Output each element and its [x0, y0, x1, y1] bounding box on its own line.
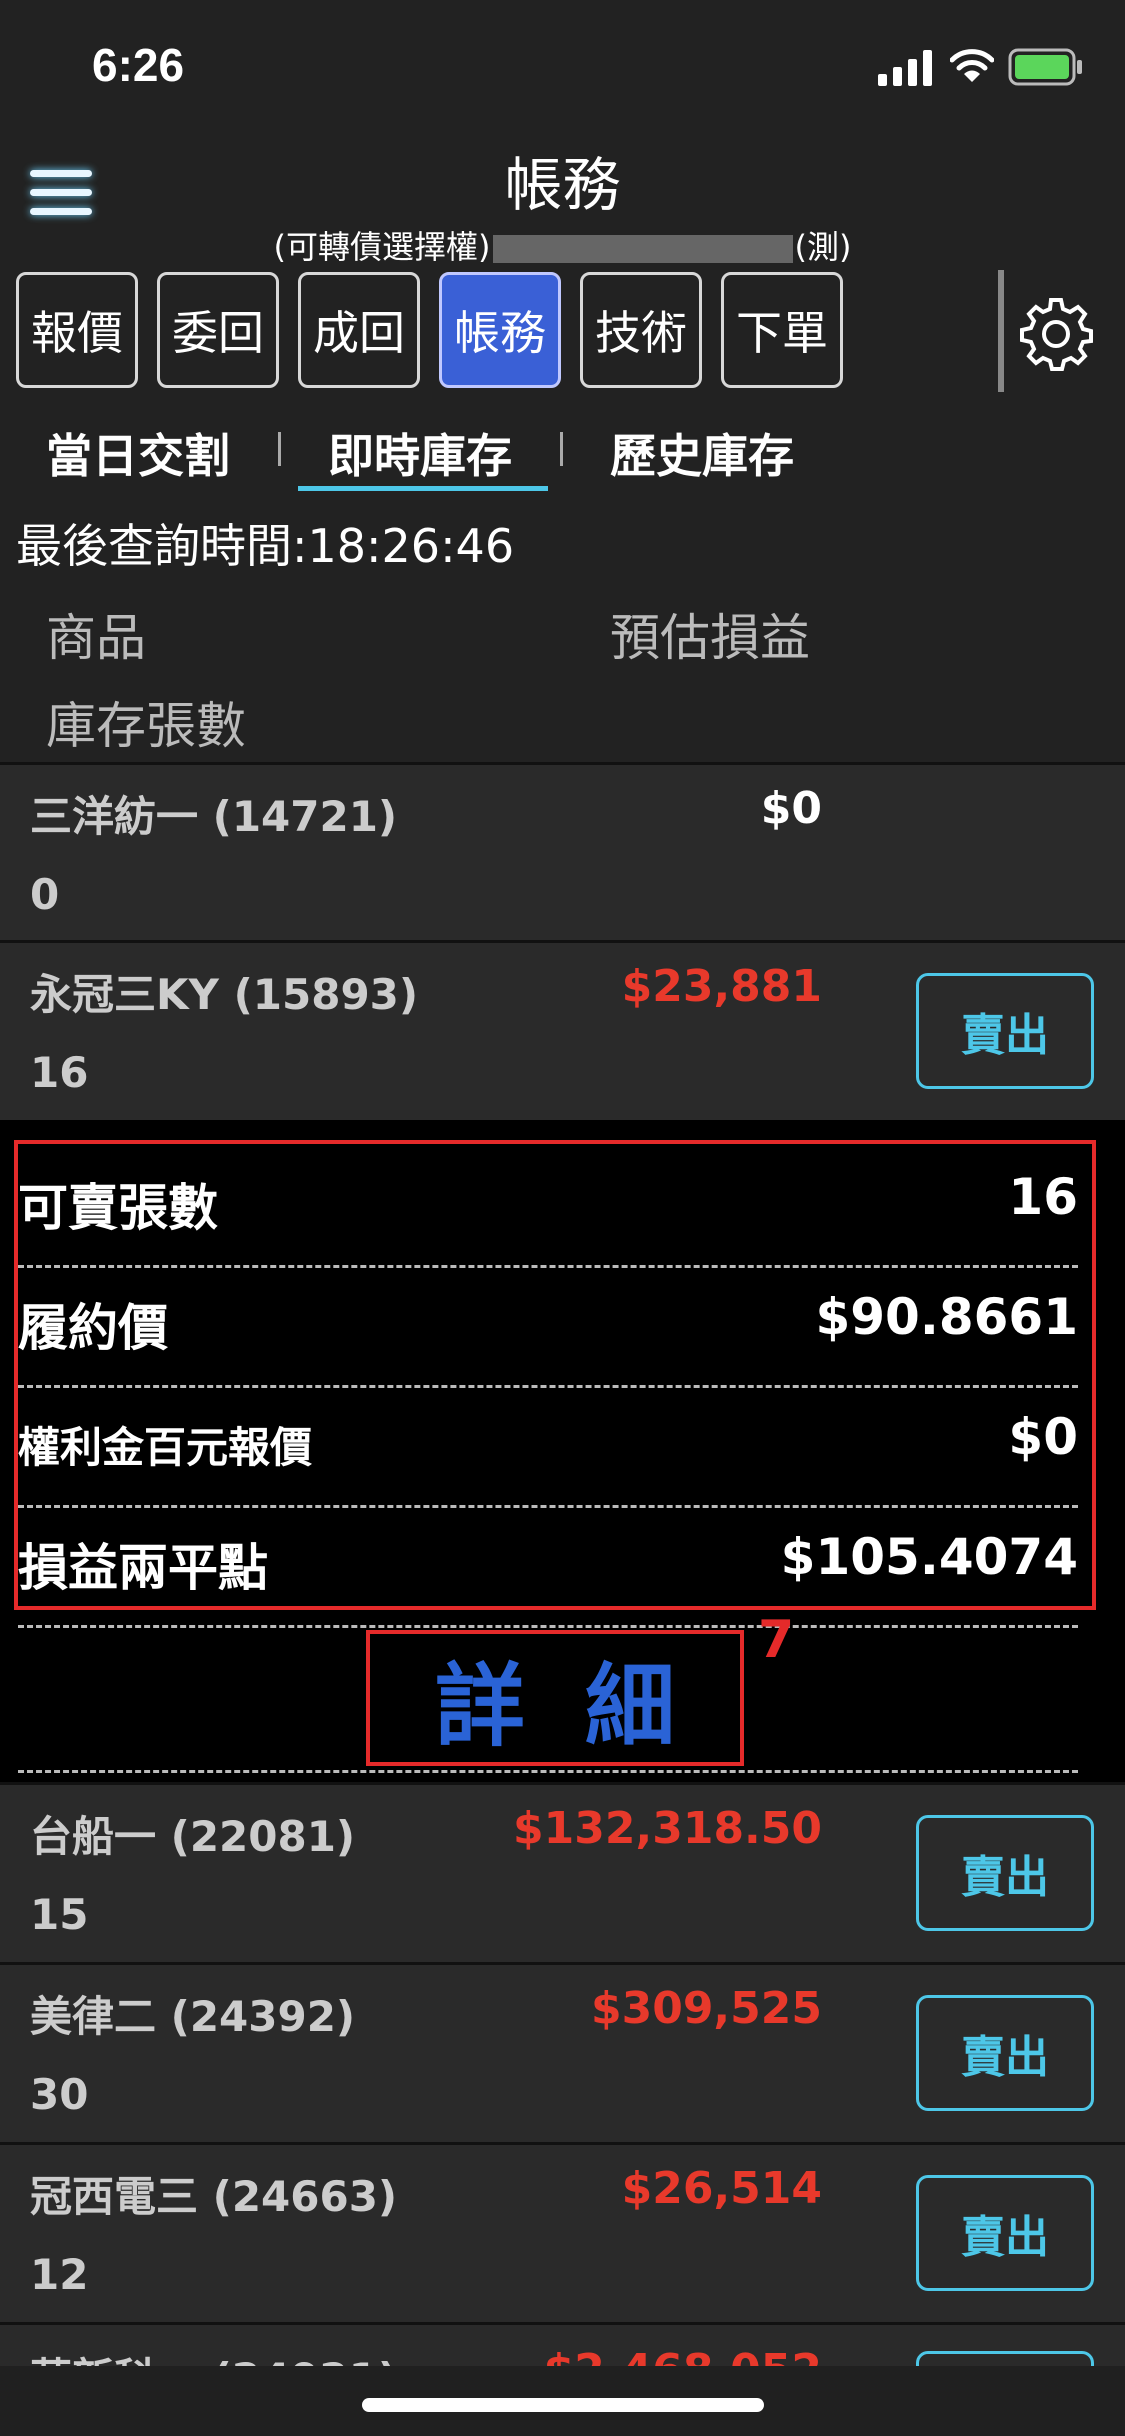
col-header-product: 商品 [46, 609, 146, 667]
table-row[interactable]: 台船一 (22081) $132,318.50 15 賣出 [0, 1782, 1125, 1963]
tab-place-order[interactable]: 下單 [721, 272, 843, 388]
battery-icon [1008, 48, 1082, 86]
account-subtitle: (可轉債選擇權) (測) [0, 222, 1125, 268]
detail-value: $0 [1008, 1408, 1078, 1466]
seg-history-inventory[interactable]: 歷史庫存 [610, 420, 794, 486]
detail-label: 權利金百元報價 [18, 1423, 313, 1472]
divider [18, 1770, 1078, 1773]
table-row[interactable]: 美律二 (24392) $309,525 30 賣出 [0, 1962, 1125, 2143]
masked-account-name [492, 235, 793, 263]
holding-name: 冠西電三 (24663) [30, 2172, 398, 2221]
gear-icon[interactable] [1018, 296, 1094, 372]
sell-button[interactable]: 賣出 [916, 1815, 1094, 1931]
holding-pnl: $23,881 [621, 961, 822, 1012]
detail-row-breakeven: 損益兩平點 $105.4074 [18, 1510, 1078, 1628]
status-time: 6:26 [92, 39, 185, 91]
holding-qty: 0 [30, 870, 60, 919]
holding-name: 三洋紡一 (14721) [30, 792, 398, 841]
detail-label: 可賣張數 [18, 1179, 218, 1237]
signal-icon [878, 50, 932, 86]
table-row[interactable]: 永冠三KY (15893) $23,881 16 賣出 [0, 940, 1125, 1121]
col-header-inventory-qty: 庫存張數 [46, 697, 246, 755]
holding-name: 永冠三KY (15893) [30, 970, 419, 1019]
detail-row-strike-price: 履約價 $90.8661 [18, 1270, 1078, 1388]
last-query-time: 最後查詢時間:18:26:46 [16, 519, 515, 573]
annotation-marker: 7 [758, 1610, 795, 1670]
detail-row-sellable-qty: 可賣張數 16 [18, 1150, 1078, 1268]
wifi-icon [950, 49, 994, 82]
detail-value: 16 [1008, 1168, 1078, 1226]
account-type-label: (可轉債選擇權) [273, 228, 491, 266]
sell-button[interactable]: 賣出 [916, 2175, 1094, 2291]
tab-fill-report[interactable]: 成回 [298, 272, 420, 388]
nav-divider [998, 270, 1004, 392]
detail-button-highlight[interactable]: 詳細 [366, 1630, 744, 1766]
seg-separator [560, 432, 563, 466]
detail-label: 履約價 [18, 1299, 168, 1357]
account-env-label: (測) [794, 228, 852, 266]
holding-qty: 12 [30, 2250, 89, 2299]
tab-account[interactable]: 帳務 [439, 272, 561, 388]
sell-button[interactable]: 賣出 [916, 1995, 1094, 2111]
detail-value: $105.4074 [780, 1528, 1078, 1586]
col-header-estimated-pnl: 預估損益 [610, 609, 810, 667]
holding-name: 美律二 (24392) [30, 1992, 356, 2041]
seg-active-underline [298, 486, 548, 491]
table-row[interactable]: 三洋紡一 (14721) $0 0 [0, 762, 1125, 940]
tab-technical[interactable]: 技術 [580, 272, 702, 388]
detail-row-premium-quote: 權利金百元報價 $0 [18, 1390, 1078, 1508]
sell-button[interactable]: 賣出 [916, 973, 1094, 1089]
holding-pnl: $26,514 [621, 2163, 822, 2214]
details-button[interactable]: 詳細 [375, 1633, 735, 1763]
tab-order-report[interactable]: 委回 [157, 272, 279, 388]
holding-qty: 16 [30, 1048, 89, 1097]
holding-pnl: $132,318.50 [513, 1803, 822, 1854]
holding-qty: 15 [30, 1890, 89, 1939]
tab-quote[interactable]: 報價 [16, 272, 138, 388]
table-row[interactable]: 冠西電三 (24663) $26,514 12 賣出 [0, 2142, 1125, 2323]
home-indicator[interactable] [362, 2398, 764, 2412]
holding-qty: 30 [30, 2070, 89, 2119]
detail-label: 損益兩平點 [18, 1539, 268, 1597]
seg-daily-settlement[interactable]: 當日交割 [46, 420, 230, 486]
holding-name: 台船一 (22081) [30, 1812, 356, 1861]
holding-pnl: $0 [760, 783, 822, 834]
page-title: 帳務 [504, 151, 621, 219]
seg-realtime-inventory[interactable]: 即時庫存 [328, 420, 512, 486]
detail-value: $90.8661 [815, 1288, 1078, 1346]
seg-separator [278, 432, 281, 466]
holding-pnl: $309,525 [590, 1983, 822, 2034]
